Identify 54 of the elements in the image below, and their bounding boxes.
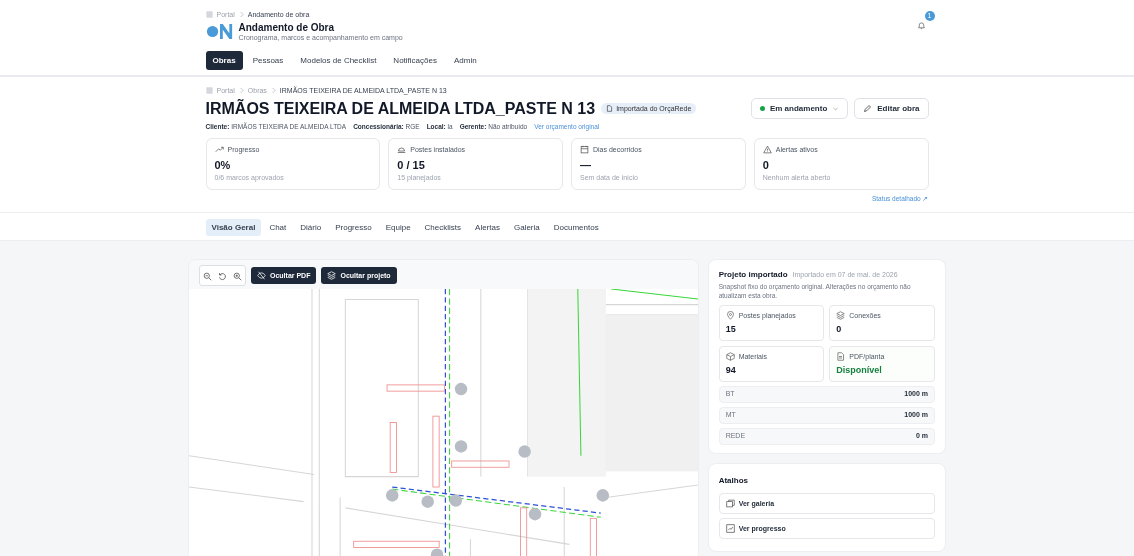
summary-value: 94: [725, 365, 737, 376]
summary-value: Disponível: [836, 365, 883, 376]
chevron-down-icon: [832, 105, 840, 112]
app-title: Andamento de Obra: [238, 22, 336, 33]
stat-value: 0 / 15: [397, 159, 426, 171]
grid-icon: [205, 11, 213, 18]
nav-tab[interactable]: Notificações: [386, 51, 444, 70]
chevron-right-icon: [238, 11, 244, 18]
zoom-out-icon: [203, 272, 212, 281]
section-tab[interactable]: Alertas: [469, 219, 506, 236]
nav-tab[interactable]: Modelos de Checklist: [293, 51, 384, 70]
stat-value: 0%: [214, 159, 232, 171]
document-icon: [836, 352, 846, 362]
bell-icon: [916, 21, 926, 30]
nav-tab[interactable]: Pessoas: [245, 51, 291, 70]
stat-value: 0: [762, 159, 770, 171]
section-tab[interactable]: Checklists: [418, 219, 468, 236]
project-title: IRMÃOS TEIXEIRA DE ALMEIDA LTDA_PASTE N 13: [205, 99, 596, 118]
edit-button[interactable]: Editar obra: [854, 98, 929, 119]
rotate-left-icon: [218, 272, 227, 281]
grid-icon: [205, 87, 213, 94]
chart-icon: [725, 524, 735, 534]
zoom-in-icon: [233, 272, 242, 281]
card-title: Projeto importado: [718, 270, 788, 279]
section-tab[interactable]: Galeria: [507, 219, 546, 236]
layers-icon: [836, 311, 846, 321]
stat-value: —: [580, 159, 592, 171]
pencil-icon: [863, 104, 873, 113]
section-tab[interactable]: Diário: [294, 219, 328, 236]
warning-icon: [762, 145, 772, 154]
location-pin-icon: [725, 311, 735, 321]
calendar-icon: [580, 145, 589, 154]
status-dropdown[interactable]: Em andamento: [750, 98, 849, 119]
chevron-right-icon: [270, 87, 276, 94]
trend-up-icon: [214, 145, 224, 154]
eye-off-icon: [257, 271, 266, 280]
chevron-right-icon: [238, 87, 244, 94]
nav-tab[interactable]: Obras: [205, 51, 243, 70]
layers-icon: [327, 271, 337, 280]
summary-value: 15: [725, 324, 737, 335]
section-tab[interactable]: Documentos: [547, 219, 605, 236]
package-icon: [725, 352, 735, 362]
nav-tab[interactable]: Admin: [446, 51, 484, 70]
document-icon: [606, 105, 614, 112]
status-label: Em andamento: [769, 104, 828, 113]
logo-icon: [205, 21, 234, 42]
section-tab[interactable]: Progresso: [329, 219, 378, 236]
images-icon: [725, 499, 735, 509]
section-tab[interactable]: Chat: [263, 219, 293, 236]
lamp-icon: [397, 145, 407, 154]
summary-value: 0: [836, 324, 843, 335]
section-tab[interactable]: Visão Geral: [205, 219, 262, 236]
section-tab[interactable]: Equipe: [379, 219, 417, 236]
card-title: Atalhos: [718, 476, 749, 486]
